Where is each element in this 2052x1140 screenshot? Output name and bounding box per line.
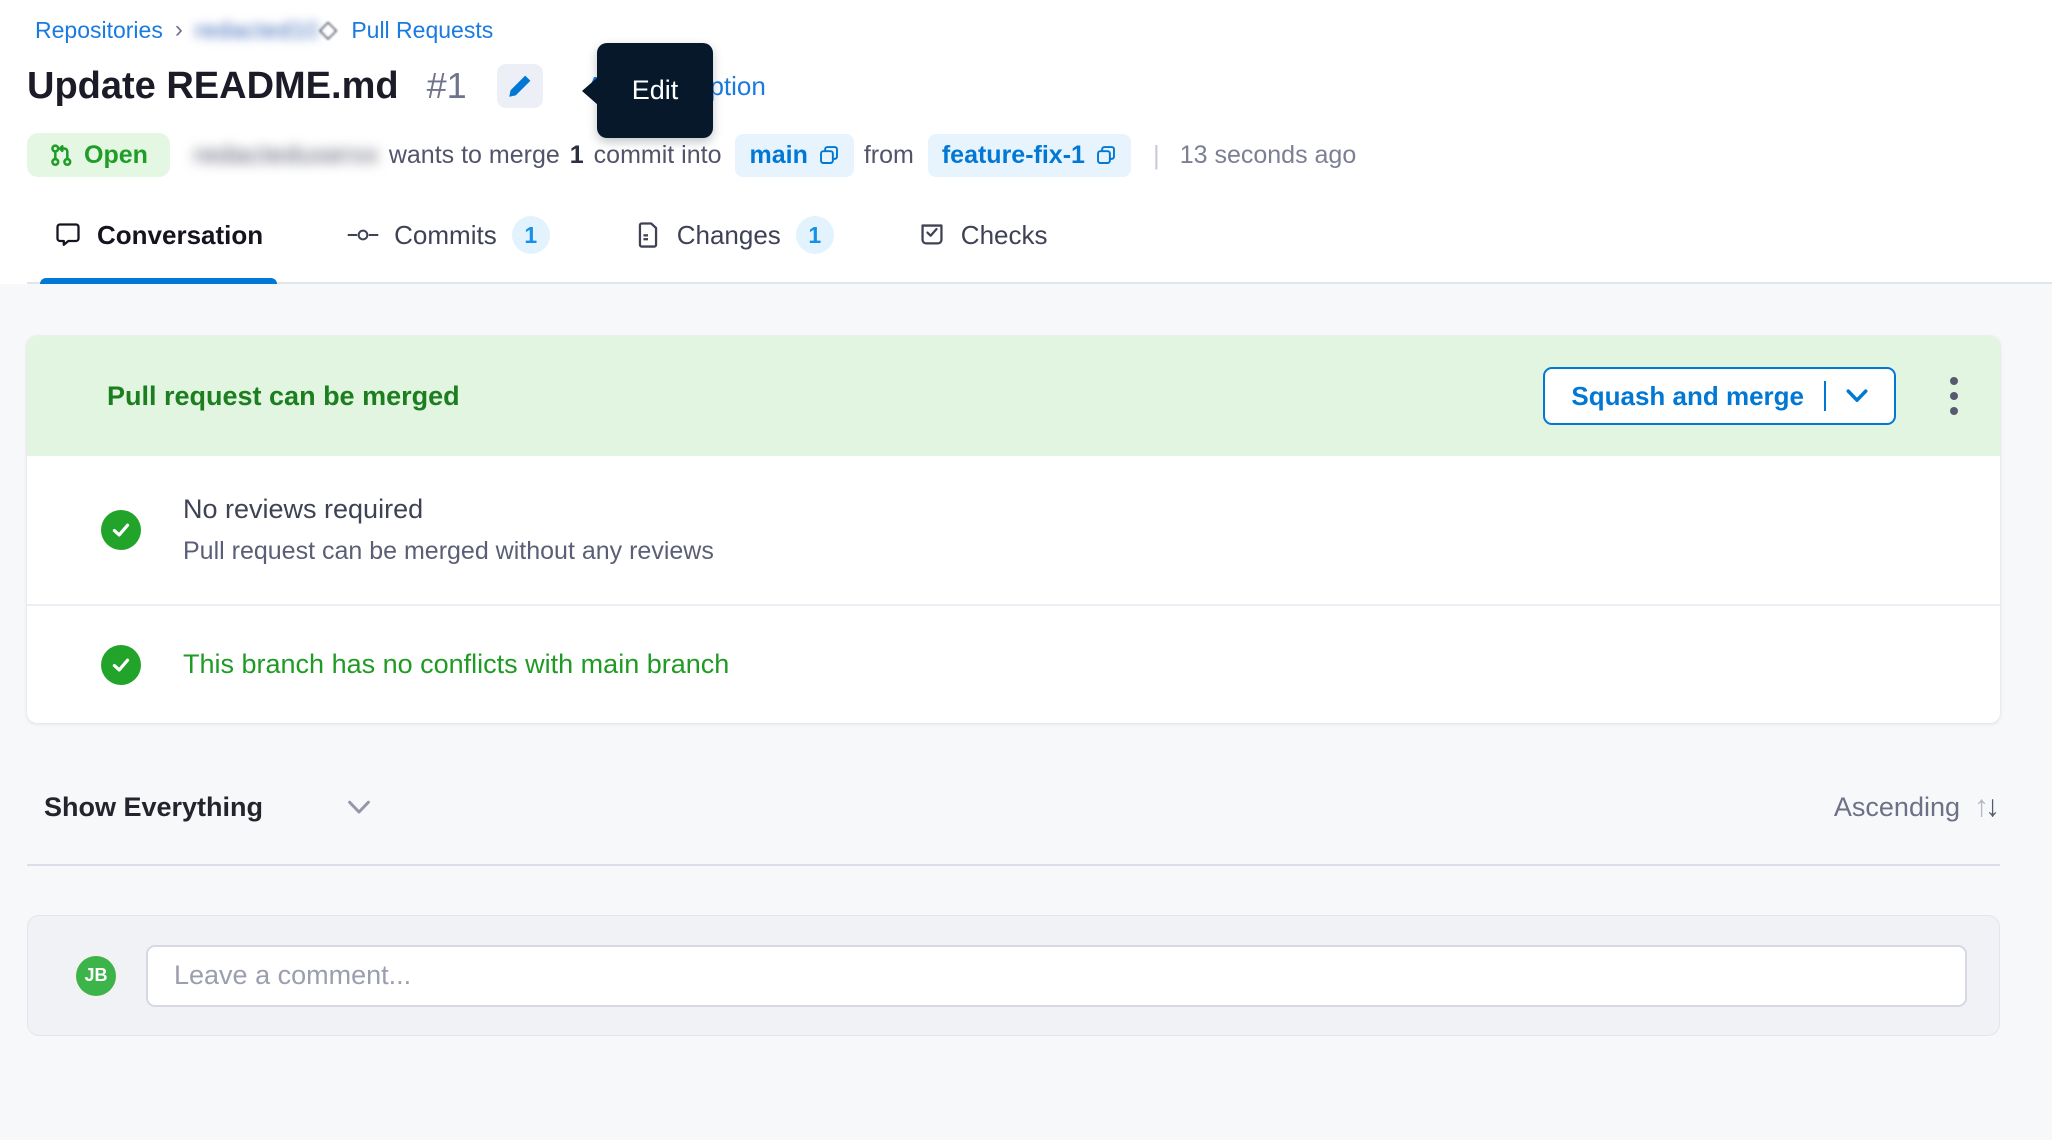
comment-input[interactable] — [146, 945, 1967, 1007]
split-button-divider — [1824, 381, 1826, 411]
tab-checks[interactable]: Checks — [904, 202, 1062, 282]
merge-status-card: Pull request can be merged Squash and me… — [27, 336, 2000, 723]
review-status-texts: No reviews required Pull request can be … — [183, 494, 714, 566]
copy-icon[interactable] — [1095, 144, 1117, 166]
meta-divider: | — [1153, 140, 1160, 171]
conflict-status-row: This branch has no conflicts with main b… — [27, 606, 2000, 723]
tab-label: Commits — [394, 220, 497, 251]
edit-tooltip: Edit — [597, 43, 713, 138]
pull-request-icon — [49, 143, 73, 167]
conflict-status-text: This branch has no conflicts with main b… — [183, 649, 729, 680]
pr-meta-row: Open redacteduserxx wants to merge 1 com… — [27, 132, 2052, 178]
merge-banner-header: Pull request can be merged Squash and me… — [27, 336, 2000, 456]
sort-order-label: Ascending — [1834, 792, 1960, 823]
review-status-subtitle: Pull request can be merged without any r… — [183, 537, 714, 566]
commits-count-badge: 1 — [512, 216, 550, 254]
show-everything-dropdown[interactable]: Show Everything — [44, 792, 371, 823]
head-branch-chip[interactable]: feature-fix-1 — [928, 134, 1131, 177]
pull-request-page: Repositories › redacted10 ◇ Pull Request… — [0, 0, 2052, 1140]
breadcrumb-redaction-glyph: ◇ — [319, 16, 337, 44]
check-circle-icon — [101, 645, 141, 685]
tab-label: Conversation — [97, 220, 263, 251]
commit-icon — [347, 225, 379, 245]
pr-title: Update README.md — [27, 65, 399, 108]
conversation-icon — [54, 221, 82, 249]
tab-changes[interactable]: Changes 1 — [620, 202, 848, 282]
breadcrumb-repositories-link[interactable]: Repositories — [35, 16, 163, 44]
comment-box-card: JB — [27, 915, 2000, 1036]
meta-text-from: from — [864, 141, 914, 170]
timeline-filter-bar: Show Everything Ascending ↑ ↓ — [27, 776, 2000, 866]
sort-order-toggle[interactable]: Ascending ↑ ↓ — [1834, 790, 2000, 824]
chevron-down-icon[interactable] — [1846, 389, 1868, 403]
pr-state-badge: Open — [27, 133, 170, 177]
chevron-down-icon — [347, 800, 371, 815]
tab-commits[interactable]: Commits 1 — [333, 202, 564, 282]
edit-title-button[interactable] — [497, 64, 543, 108]
merge-button-label: Squash and merge — [1571, 381, 1804, 412]
tab-label: Changes — [677, 220, 781, 251]
changes-count-badge: 1 — [796, 216, 834, 254]
tooltip-label: Edit — [632, 75, 679, 106]
base-branch-chip[interactable]: main — [735, 134, 853, 177]
pr-created-time: 13 seconds ago — [1180, 141, 1357, 170]
file-icon — [634, 221, 662, 249]
meta-commit-count: 1 — [570, 141, 584, 170]
tab-label: Checks — [961, 220, 1048, 251]
tooltip-arrow — [582, 77, 598, 105]
meta-text-commit-into: commit into — [594, 141, 722, 170]
sort-arrows-icon: ↑ ↓ — [1974, 790, 2000, 824]
pr-state-label: Open — [84, 141, 148, 170]
show-filter-label: Show Everything — [44, 792, 263, 823]
merge-banner-text: Pull request can be merged — [107, 381, 460, 412]
review-status-row: No reviews required Pull request can be … — [27, 456, 2000, 606]
pr-conversation-panel: Pull request can be merged Squash and me… — [0, 284, 2052, 1140]
tab-conversation[interactable]: Conversation — [40, 202, 277, 282]
check-circle-icon — [101, 510, 141, 550]
pencil-icon — [507, 73, 533, 99]
base-branch-name[interactable]: main — [749, 141, 807, 170]
breadcrumb-separator: › — [175, 16, 183, 44]
review-status-title: No reviews required — [183, 494, 714, 525]
breadcrumb: Repositories › redacted10 ◇ Pull Request… — [35, 16, 2052, 44]
breadcrumb-pull-requests-link[interactable]: Pull Requests — [351, 16, 493, 44]
squash-and-merge-button[interactable]: Squash and merge — [1543, 367, 1896, 425]
avatar: JB — [76, 956, 116, 996]
head-branch-name[interactable]: feature-fix-1 — [942, 141, 1085, 170]
pr-title-row: Update README.md #1 Add description — [27, 58, 2052, 114]
breadcrumb-repo-name-redacted[interactable]: redacted10 — [195, 16, 317, 44]
merge-actions: Squash and merge — [1543, 367, 1964, 425]
kebab-menu-icon[interactable] — [1944, 371, 1964, 421]
pr-number: #1 — [427, 65, 467, 107]
pr-tab-bar: Conversation Commits 1 — [27, 202, 2052, 284]
checks-icon — [918, 221, 946, 249]
copy-icon[interactable] — [818, 144, 840, 166]
meta-text-wants: wants to merge — [389, 141, 560, 170]
pr-author-redacted: redacteduserxx — [194, 141, 379, 170]
pr-header: Repositories › redacted10 ◇ Pull Request… — [0, 0, 2052, 284]
